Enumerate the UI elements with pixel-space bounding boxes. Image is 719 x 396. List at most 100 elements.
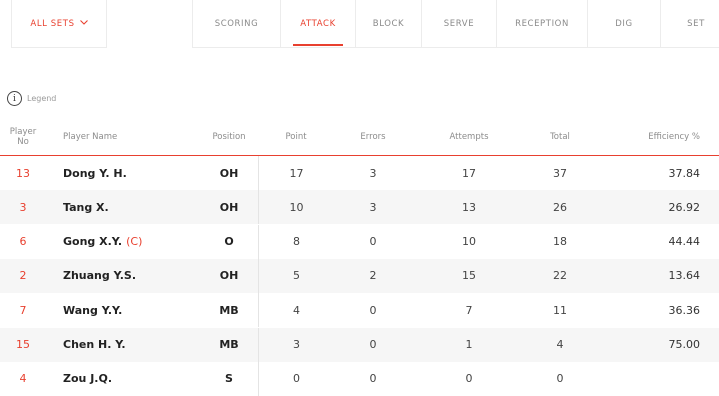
chevron-down-icon [79,18,88,28]
player-name-text: Chen H. Y. [63,338,126,351]
captain-badge: (C) [126,235,143,249]
player-name-text: Zou J.Q. [63,372,112,386]
tab-set[interactable]: SET [661,0,719,47]
attack-errors: 0 [369,303,377,317]
attack-point: 0 [258,361,334,396]
header-attempts: Attempts [449,131,489,142]
header-point: Point [285,131,307,142]
attack-errors: 3 [369,166,377,180]
tab-label: SERVE [443,18,475,29]
tab-label: DIG [615,18,633,29]
attack-total: 0 [556,372,564,386]
table-row: 6 Gong X.Y. (C) O 8 0 10 18 44.44 [0,224,719,259]
header-errors: Errors [360,131,386,142]
attack-efficiency: 37.84 [668,166,701,180]
attack-efficiency [610,362,700,396]
tab-label: BLOCK [372,18,405,29]
active-tab-underline [293,44,343,46]
attack-attempts: 10 [462,235,476,249]
player-no: 7 [19,303,27,317]
player-name-text: Wang Y.Y. [63,303,123,317]
attack-total: 37 [553,166,567,180]
attack-point: 3 [258,327,334,362]
player-name-text: Gong X.Y. [63,235,123,249]
header-efficiency: Efficiency % [648,131,700,142]
all-sets-dropdown[interactable]: ALL SETS [11,0,107,48]
header-total: Total [550,131,570,142]
attack-total: 26 [553,200,567,214]
player-name: Dong Y. H. [63,156,127,190]
player-no: 15 [16,338,30,351]
table-row: 2 Zhuang Y.S. OH 5 2 15 22 13.64 [0,258,719,293]
player-no: 13 [16,166,30,180]
table-header: Player No Player Name Position Point Err… [0,118,719,156]
attack-total: 4 [556,338,564,351]
player-position: MB [219,338,239,351]
header-position: Position [212,131,246,142]
player-position: OH [219,269,239,283]
player-position: O [224,235,234,249]
attack-errors: 0 [369,372,377,386]
legend-toggle[interactable]: i Legend [7,91,56,106]
attack-attempts: 7 [465,303,473,317]
player-name: Zou J.Q. [63,362,112,396]
player-position: OH [219,166,239,180]
info-icon: i [7,91,22,106]
player-name-text: Dong Y. H. [63,166,127,180]
player-name: Tang X. [63,190,109,224]
attack-efficiency: 75.00 [668,338,701,351]
attack-errors: 2 [369,269,377,283]
tab-label: RECEPTION [515,18,569,29]
player-name-text: Zhuang Y.S. [63,269,137,283]
tab-scoring[interactable]: SCORING [193,0,281,47]
all-sets-label: ALL SETS [30,18,75,29]
stat-tabs: SCORING ATTACK BLOCK SERVE RECEPTION DIG… [192,0,719,48]
attack-total: 18 [553,235,567,249]
attack-efficiency: 36.36 [668,303,701,317]
tab-block[interactable]: BLOCK [356,0,422,47]
attack-total: 11 [553,303,567,317]
tab-serve[interactable]: SERVE [422,0,497,47]
player-name: Wang Y.Y. [63,293,122,327]
tab-label: ATTACK [300,18,336,29]
table-row: 15 Chen H. Y. MB 3 0 1 4 75.00 [0,327,719,362]
table-row: 7 Wang Y.Y. MB 4 0 7 11 36.36 [0,293,719,328]
attack-attempts: 1 [465,338,473,351]
tab-reception[interactable]: RECEPTION [497,0,588,47]
legend-label: Legend [27,94,57,103]
tab-label: SET [687,18,705,29]
attack-point: 17 [258,156,334,190]
player-position: MB [219,303,239,317]
attack-efficiency: 13.64 [668,269,701,283]
attack-attempts: 0 [465,372,473,386]
table-row: 4 Zou J.Q. S 0 0 0 0 [0,361,719,396]
stats-topbar: ALL SETS SCORING ATTACK BLOCK SERVE RECE… [0,0,719,48]
table-row: 3 Tang X. OH 10 3 13 26 26.92 [0,190,719,225]
player-no: 6 [19,235,27,249]
player-position: S [225,372,233,386]
player-name-text: Tang X. [63,200,109,214]
attack-attempts: 15 [462,269,476,283]
player-position: OH [219,200,239,214]
attack-errors: 0 [369,235,377,249]
tab-attack[interactable]: ATTACK [281,0,356,47]
attack-total: 22 [553,269,567,283]
tab-dig[interactable]: DIG [588,0,661,47]
player-no: 4 [19,372,27,386]
attack-point: 8 [258,224,334,259]
tab-label: SCORING [214,18,259,29]
player-no: 3 [19,200,27,214]
header-player-no: Player No [9,126,37,147]
attack-attempts: 13 [462,200,476,214]
attack-efficiency: 44.44 [668,235,701,249]
attack-point: 5 [258,258,334,293]
attack-attempts: 17 [462,166,476,180]
attack-errors: 0 [369,338,377,351]
attack-point: 10 [258,190,334,225]
player-no: 2 [19,269,27,283]
player-name: Zhuang Y.S. [63,259,136,293]
table-row: 13 Dong Y. H. OH 17 3 17 37 37.84 [0,156,719,190]
attack-efficiency: 26.92 [668,200,701,214]
player-name: Chen H. Y. [63,328,126,362]
player-name: Gong X.Y. (C) [63,225,142,259]
